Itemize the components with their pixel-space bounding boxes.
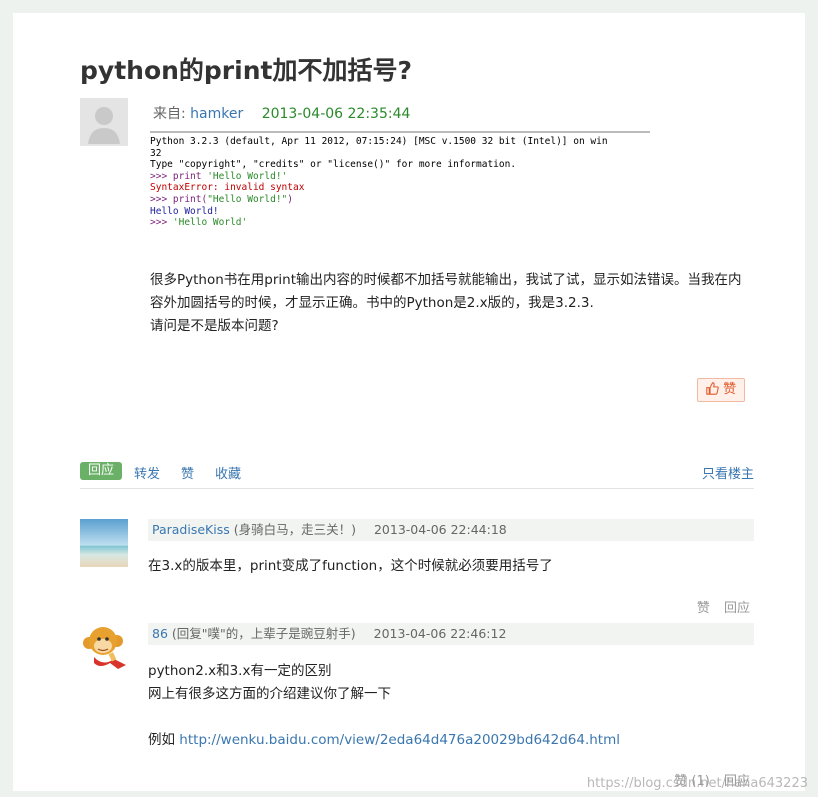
post-date: 2013-04-06 22:35:44: [261, 106, 411, 122]
post-page: python的print加不加括号? 来自: hamker 2013-04-06…: [13, 13, 805, 791]
reply-line: 在3.x的版本里，print变成了function，这个时候就必须要用括号了: [148, 558, 553, 574]
like-button[interactable]: 赞: [697, 378, 745, 402]
reply-body: python2.x和3.x有一定的区别 网上有很多这方面的介绍建议你了解一下 例…: [148, 660, 754, 752]
beach-avatar-icon: [80, 519, 128, 567]
console-output: Hello World!: [150, 205, 219, 217]
reply-like-link[interactable]: 赞: [697, 601, 710, 616]
console-string: "Hello World!": [207, 193, 288, 205]
console-line: Type "copyright", "credits" or "license(…: [150, 159, 517, 171]
thumbs-up-icon: [706, 382, 719, 395]
reply-avatar-monkey[interactable]: [80, 623, 128, 671]
question-line: 请问是不是版本问题?: [150, 318, 279, 334]
console-error: SyntaxError: invalid syntax: [150, 182, 305, 194]
console-suffix: ): [287, 193, 294, 205]
reply-link-line: 例如 http://wenku.baidu.com/view/2eda64d47…: [148, 729, 754, 752]
from-label: 来自:: [153, 106, 186, 122]
console-line: >>> print 'Hello World!': [150, 171, 650, 183]
default-user-icon: [80, 98, 128, 146]
reply-date: 2013-04-06 22:44:18: [373, 522, 507, 537]
post-meta: 来自: hamker 2013-04-06 22:35:44: [153, 103, 410, 123]
reply-line: 网上有很多这方面的介绍建议你了解一下: [148, 686, 391, 702]
page-title: python的print加不加括号?: [80, 56, 412, 85]
reply-user-note: (回复"噗"的，上辈子是豌豆射手): [171, 626, 356, 641]
reply-actions: 赞 回应: [687, 597, 750, 616]
author-link[interactable]: hamker: [190, 106, 243, 122]
reply-user-note: (身骑白马，走三关！): [233, 522, 356, 537]
forward-link[interactable]: 转发: [134, 463, 160, 482]
console-string: 'Hello World': [172, 217, 248, 229]
console-prompt: >>> print(: [150, 193, 208, 205]
question-body: 很多Python书在用print输出内容的时候都不加括号就能输出，我试了试，显示…: [150, 269, 760, 338]
reply-user-link[interactable]: ParadiseKiss: [152, 522, 230, 537]
monkey-avatar-icon: [80, 623, 128, 671]
reply-header: 86 (回复"噗"的，上辈子是豌豆射手) 2013-04-06 22:46:12: [148, 623, 754, 645]
reply-button[interactable]: 回应: [80, 462, 122, 480]
like-label: 赞: [723, 382, 737, 397]
question-line: 容外加圆括号的时候，才显示正确。书中的Python是2.x版的，我是3.2.3.: [150, 295, 594, 311]
console-prompt: >>> print: [150, 170, 208, 182]
reply-spacer: [148, 706, 754, 729]
console-line: >>> 'Hello World': [150, 217, 650, 229]
console-line: Python 3.2.3 (default, Apr 11 2012, 07:1…: [150, 136, 608, 147]
question-line: 很多Python书在用print输出内容的时候都不加括号就能输出，我试了试，显示…: [150, 272, 742, 288]
python-console-screenshot: Python 3.2.3 (default, Apr 11 2012, 07:1…: [150, 131, 650, 229]
reply-user-link[interactable]: 86: [152, 626, 168, 641]
console-prompt: >>>: [150, 217, 173, 229]
post-actions-bar: 回应 转发 赞 收藏 只看楼主: [80, 462, 754, 489]
author-avatar[interactable]: [80, 98, 128, 146]
reply-reply-link[interactable]: 回应: [724, 601, 750, 616]
only-op-link[interactable]: 只看楼主: [702, 463, 754, 482]
reply-body: 在3.x的版本里，print变成了function，这个时候就必须要用括号了: [148, 555, 754, 578]
console-string: 'Hello World!': [207, 170, 288, 182]
console-line: 32: [150, 147, 162, 159]
console-line: >>> print("Hello World!"): [150, 194, 650, 206]
reply-date: 2013-04-06 22:46:12: [373, 626, 507, 641]
reply-link-prefix: 例如: [148, 732, 175, 748]
reply-line: python2.x和3.x有一定的区别: [148, 663, 332, 679]
reply-external-link[interactable]: http://wenku.baidu.com/view/2eda64d476a2…: [179, 732, 620, 748]
favorite-link[interactable]: 收藏: [215, 463, 241, 482]
watermark: https://blog.csdn.net/haha643223: [586, 776, 808, 791]
reply-header: ParadiseKiss (身骑白马，走三关！) 2013-04-06 22:4…: [148, 519, 754, 541]
like-link[interactable]: 赞: [181, 463, 194, 482]
reply-avatar-beach[interactable]: [80, 519, 128, 567]
